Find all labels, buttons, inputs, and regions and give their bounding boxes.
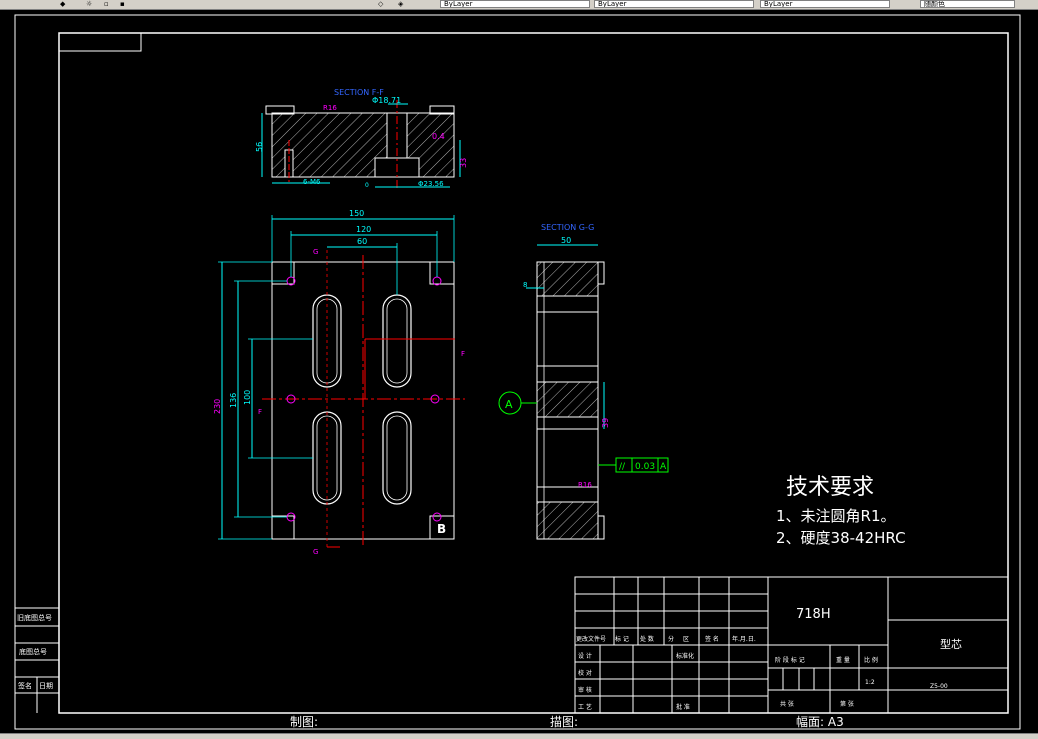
lock-icon[interactable]: ▫ bbox=[104, 0, 109, 8]
title-block-ratio: 比 例 bbox=[864, 656, 878, 664]
drawing-svg[interactable]: 旧底图总号 底图总号 签名 日期 SECTION F-F Φ18.71 R16 … bbox=[0, 9, 1038, 733]
inner-frame bbox=[58, 32, 1009, 714]
section-gg-title: SECTION G-G bbox=[541, 223, 594, 232]
section-gg-d8: 8 bbox=[523, 281, 527, 289]
lineweight-combo[interactable]: ByLayer bbox=[760, 0, 890, 8]
tolerance-symbol: // bbox=[619, 462, 626, 472]
plan-d150: 150 bbox=[349, 209, 364, 218]
plan-d100: 100 bbox=[243, 390, 252, 405]
left-strip-label-date: 日期 bbox=[39, 682, 53, 690]
plan-g-top: G bbox=[313, 248, 318, 256]
section-gg-hatch-bot bbox=[536, 501, 599, 540]
sun-icon[interactable]: ☼ bbox=[86, 0, 92, 8]
title-block-header-5: 区 bbox=[683, 636, 689, 643]
title-block-sheet-no: 第 张 bbox=[840, 700, 854, 708]
plan-f-right: F bbox=[461, 350, 465, 358]
slot-top-right-inner bbox=[386, 298, 408, 384]
corner-box bbox=[58, 32, 142, 52]
plan-b-mark: B bbox=[437, 522, 446, 536]
section-gg-view[interactable]: SECTION G-G 50 8 39 R16 A // 0.03 A bbox=[498, 223, 669, 540]
title-block-weight: 重 量 bbox=[836, 656, 850, 664]
section-ff-d56: 56 bbox=[255, 142, 264, 152]
plan-corner-bl bbox=[271, 515, 295, 540]
bottom-traced-label: 描图: bbox=[550, 715, 578, 729]
plan-d120: 120 bbox=[356, 225, 371, 234]
left-strip-label-old-number: 旧底图总号 bbox=[17, 613, 52, 622]
section-gg-lug-top bbox=[597, 261, 605, 285]
layer-combo[interactable]: ByLayer bbox=[440, 0, 590, 8]
slot-bottom-left-inner bbox=[316, 415, 338, 501]
left-strip bbox=[15, 607, 59, 713]
color-icon[interactable]: ▪ bbox=[120, 0, 125, 8]
section-ff-view[interactable]: SECTION F-F Φ18.71 R16 56 0.4 33 6-M6 Φ2… bbox=[255, 88, 468, 190]
title-block-header-1: 更改文件号 bbox=[576, 635, 606, 643]
title-block-scale: 1:2 bbox=[865, 679, 875, 686]
command-line[interactable] bbox=[0, 733, 1038, 739]
title-block-header-4: 分 bbox=[668, 635, 674, 643]
section-ff-d33: 33 bbox=[459, 158, 468, 168]
section-gg-hatch-top bbox=[536, 261, 599, 297]
tolerance-datum: A bbox=[660, 462, 667, 472]
title-block-header-2: 标 记 bbox=[615, 635, 629, 643]
tolerance-value: 0.03 bbox=[635, 462, 655, 472]
title-block-review: 审 核 bbox=[578, 686, 592, 694]
plan-g-bottom: G bbox=[313, 548, 318, 556]
title-block-design: 设 计 bbox=[578, 652, 592, 660]
title-block-header-3: 处 数 bbox=[640, 635, 654, 643]
title-block-header-7: 年.月.日. bbox=[732, 635, 756, 643]
plan-f-left: F bbox=[258, 408, 262, 416]
outer-frame bbox=[14, 14, 1021, 730]
title-block-process: 工 艺 bbox=[578, 703, 592, 711]
title-block-stage: 阶 段 标 记 bbox=[775, 656, 805, 664]
title-block-total-sheets: 共 张 bbox=[780, 700, 794, 708]
slot-bottom-right-inner bbox=[386, 415, 408, 501]
section-gg-d39: 39 bbox=[601, 418, 610, 428]
section-ff-screw-label: 6-M6 bbox=[303, 178, 321, 186]
title-block-approve: 批 准 bbox=[676, 703, 690, 711]
left-strip-label-sign: 签名 bbox=[18, 681, 32, 690]
title-block-standardize: 标准化 bbox=[676, 652, 694, 660]
layer-icon[interactable]: ◆ bbox=[60, 0, 65, 8]
linetype-combo[interactable]: ByLayer bbox=[594, 0, 754, 8]
plotstyle-combo[interactable]: 随颜色 bbox=[920, 0, 1015, 8]
bottom-drawn-label: 制图: bbox=[290, 715, 318, 729]
tech-notes-heading: 技术要求 bbox=[786, 475, 874, 500]
section-gg-r16: R16 bbox=[578, 481, 592, 489]
bottom-format-label: 幅面: A3 bbox=[796, 714, 844, 729]
plan-view[interactable]: B 150 120 60 G G 230 136 100 F F bbox=[213, 209, 465, 556]
plan-d60: 60 bbox=[357, 237, 367, 246]
title-block-check: 校 对 bbox=[578, 669, 592, 677]
match-properties-icon[interactable]: ◇ bbox=[378, 0, 383, 8]
title-block-header-6: 签 名 bbox=[705, 635, 719, 643]
section-gg-d50: 50 bbox=[561, 236, 571, 245]
plan-d230: 230 bbox=[213, 399, 222, 414]
left-strip-label-number: 底图总号 bbox=[19, 647, 47, 656]
tech-notes-line1: 1、未注圆角R1。 bbox=[776, 507, 896, 525]
section-ff-small-dim: 0 bbox=[365, 182, 369, 189]
section-ff-d04: 0.4 bbox=[432, 132, 445, 141]
layer-previous-icon[interactable]: ◈ bbox=[398, 0, 403, 8]
title-block-material: 718H bbox=[796, 607, 831, 622]
section-ff-phi-top: Φ18.71 bbox=[372, 96, 401, 105]
plan-d136: 136 bbox=[229, 393, 238, 408]
title-block-part-name: 型芯 bbox=[940, 637, 962, 651]
plan-corner-tr bbox=[429, 261, 455, 285]
section-gg-lug-bottom bbox=[597, 515, 605, 540]
datum-a-label: A bbox=[505, 398, 513, 411]
title-block-drawing-number: Z5-00 bbox=[930, 683, 948, 690]
section-gg-hatch-mid bbox=[536, 381, 599, 418]
section-ff-phi-bottom: Φ23.56 bbox=[418, 180, 444, 188]
tech-notes-line2: 2、硬度38-42HRC bbox=[776, 529, 906, 547]
section-ff-body bbox=[271, 112, 455, 178]
drawing-canvas[interactable]: 旧底图总号 底图总号 签名 日期 SECTION F-F Φ18.71 R16 … bbox=[0, 9, 1038, 733]
section-ff-r-top: R16 bbox=[323, 104, 337, 112]
